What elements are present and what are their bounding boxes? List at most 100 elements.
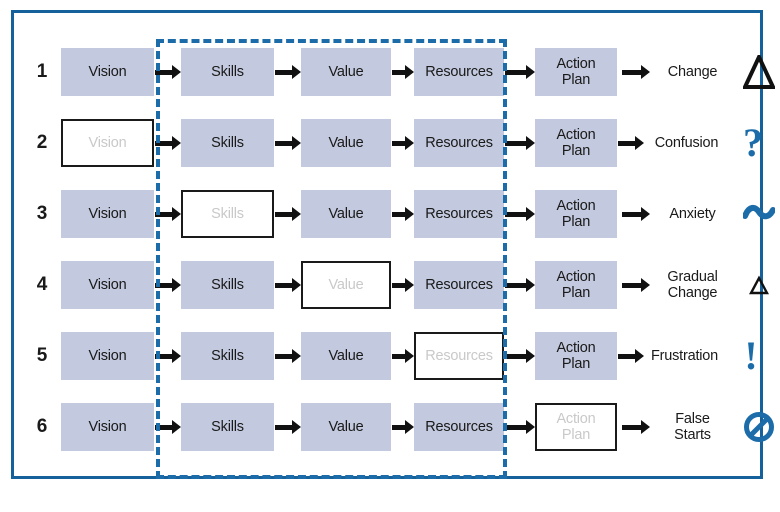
stage-box-skills[interactable]: Skills — [181, 403, 274, 451]
flow-arrow-icon — [275, 278, 301, 292]
stage-box-vision[interactable]: Vision — [61, 48, 154, 96]
flow-arrow-icon — [618, 136, 644, 150]
flow-arrow-icon — [275, 349, 301, 363]
row-number: 5 — [36, 345, 48, 366]
stage-box-label: Value — [328, 347, 364, 364]
stage-box-value[interactable]: Value — [301, 332, 391, 380]
question-mark-icon: ? — [743, 120, 763, 165]
outcome-group: Change — [650, 48, 776, 96]
stage-box-skills[interactable]: Skills — [181, 261, 274, 309]
stage-box-value[interactable]: Value — [301, 48, 391, 96]
small-outline-triangle-icon — [742, 265, 776, 305]
stage-box-label: Value — [328, 205, 364, 222]
stage-box-resources[interactable]: Resources — [414, 261, 504, 309]
flow-arrow-icon — [275, 420, 301, 434]
stage-box-label: Action Plan — [556, 410, 596, 443]
flow-arrow-icon — [155, 420, 181, 434]
stage-box-action-plan[interactable]: Action Plan — [535, 119, 617, 167]
stage-box-vision[interactable]: Vision — [61, 261, 154, 309]
stage-box-resources[interactable]: Resources — [414, 48, 504, 96]
stage-box-label: Resources — [425, 347, 493, 364]
outcome-label: Frustration — [650, 347, 719, 364]
row-number: 6 — [36, 416, 48, 437]
row-number: 4 — [36, 274, 48, 295]
stage-box-action-plan[interactable]: Action Plan — [535, 332, 617, 380]
stage-box-label: Vision — [88, 134, 127, 151]
stage-box-label: Vision — [88, 347, 127, 364]
outline-triangle-icon — [742, 52, 776, 92]
flow-arrow-icon — [275, 65, 301, 79]
stage-box-vision[interactable]: Vision — [61, 332, 154, 380]
table-row: 5 Vision Skills Value Resources Action Pl… — [14, 332, 760, 380]
stage-box-skills[interactable]: Skills — [181, 119, 274, 167]
flow-arrow-icon — [622, 278, 650, 292]
flow-arrow-icon — [622, 420, 650, 434]
outcome-group: Anxiety — [650, 190, 776, 238]
outcome-group: Confusion ? — [644, 119, 770, 167]
stage-box-label: Resources — [425, 63, 493, 80]
row-number: 2 — [36, 132, 48, 153]
table-row: 6 Vision Skills Value Resources Action Pl… — [14, 403, 774, 451]
stage-box-label: Value — [328, 276, 364, 293]
stage-box-value[interactable]: Value — [301, 403, 391, 451]
tilde-wave-icon — [742, 194, 776, 234]
flow-arrow-icon — [392, 420, 414, 434]
stage-box-action-plan[interactable]: Action Plan — [535, 403, 617, 451]
stage-box-label: Skills — [211, 347, 244, 364]
outcome-group: Gradual Change — [650, 261, 776, 309]
outcome-label: Anxiety — [669, 205, 716, 222]
stage-box-label: Vision — [88, 276, 127, 293]
flow-arrow-icon — [618, 349, 644, 363]
stage-box-resources[interactable]: Resources — [414, 119, 504, 167]
stage-box-label: Skills — [211, 205, 244, 222]
stage-box-value[interactable]: Value — [301, 119, 391, 167]
stage-box-label: Value — [328, 63, 364, 80]
stage-box-resources[interactable]: Resources — [414, 190, 504, 238]
stage-box-action-plan[interactable]: Action Plan — [535, 261, 617, 309]
stage-box-action-plan[interactable]: Action Plan — [535, 48, 617, 96]
stage-box-label: Action Plan — [556, 339, 596, 372]
flow-arrow-icon — [392, 278, 414, 292]
stage-box-label: Skills — [211, 63, 244, 80]
table-row: 1 Vision Skills Value Resources Action Pl… — [14, 48, 775, 96]
row-number: 3 — [36, 203, 48, 224]
flow-arrow-icon — [505, 65, 535, 79]
flow-arrow-icon — [155, 278, 181, 292]
stage-box-label: Resources — [425, 205, 493, 222]
stage-box-label: Resources — [425, 418, 493, 435]
exclamation-mark-icon: ! — [744, 333, 758, 378]
table-row: 3 Vision Skills Value Resources Action Pl… — [14, 190, 775, 238]
stage-box-label: Action Plan — [556, 126, 596, 159]
flow-arrow-icon — [155, 349, 181, 363]
flow-arrow-icon — [275, 207, 301, 221]
stage-box-resources[interactable]: Resources — [414, 403, 504, 451]
flow-arrow-icon — [275, 136, 301, 150]
flow-arrow-icon — [155, 65, 181, 79]
stage-box-label: Action Plan — [556, 268, 596, 301]
stage-box-action-plan[interactable]: Action Plan — [535, 190, 617, 238]
stage-box-vision[interactable]: Vision — [61, 403, 154, 451]
flow-arrow-icon — [622, 65, 650, 79]
stage-box-skills[interactable]: Skills — [181, 48, 274, 96]
flow-arrow-icon — [505, 278, 535, 292]
stage-box-value[interactable]: Value — [301, 261, 391, 309]
flow-arrow-icon — [392, 349, 414, 363]
flow-arrow-icon — [505, 420, 535, 434]
stage-box-label: Skills — [211, 134, 244, 151]
flow-arrow-icon — [505, 349, 535, 363]
flow-arrow-icon — [392, 207, 414, 221]
stage-box-skills[interactable]: Skills — [181, 332, 274, 380]
stage-box-label: Value — [328, 418, 364, 435]
prohibition-sign-icon — [742, 407, 776, 447]
stage-box-skills[interactable]: Skills — [181, 190, 274, 238]
stage-box-resources[interactable]: Resources — [414, 332, 504, 380]
flow-arrow-icon — [392, 65, 414, 79]
flow-arrow-icon — [155, 136, 181, 150]
stage-box-label: Skills — [211, 276, 244, 293]
stage-box-value[interactable]: Value — [301, 190, 391, 238]
stage-box-label: Resources — [425, 276, 493, 293]
flow-arrow-icon — [622, 207, 650, 221]
stage-box-label: Value — [328, 134, 364, 151]
stage-box-vision[interactable]: Vision — [61, 119, 154, 167]
stage-box-vision[interactable]: Vision — [61, 190, 154, 238]
